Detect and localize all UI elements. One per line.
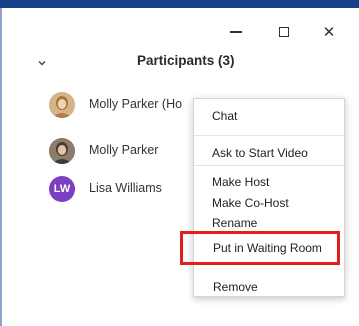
close-icon: ✕: [322, 24, 336, 41]
minimize-button[interactable]: [216, 18, 256, 46]
participant-name: Lisa Williams: [89, 181, 162, 195]
minimize-icon: [230, 31, 242, 33]
participant-name: Molly Parker (Ho: [89, 97, 183, 111]
menu-item-make-host[interactable]: Make Host: [212, 175, 269, 189]
participant-row[interactable]: LW Lisa Williams: [2, 176, 192, 208]
window-top-edge: [0, 0, 359, 8]
menu-divider: [194, 165, 344, 166]
participants-header: Participants (3): [2, 46, 359, 82]
participant-name: Molly Parker: [89, 143, 159, 157]
menu-item-rename[interactable]: Rename: [212, 216, 257, 230]
chevron-down-icon[interactable]: [36, 57, 48, 69]
avatar: [49, 138, 75, 164]
menu-item-chat[interactable]: Chat: [212, 109, 237, 123]
menu-divider: [194, 135, 344, 136]
avatar: LW: [49, 176, 75, 202]
participants-title: Participants (3): [137, 53, 235, 68]
maximize-icon: [279, 27, 289, 37]
window-titlebar: ✕: [2, 8, 359, 46]
maximize-button[interactable]: [264, 18, 304, 46]
menu-item-ask-start-video[interactable]: Ask to Start Video: [212, 146, 308, 160]
participant-row[interactable]: Molly Parker (Ho: [2, 92, 192, 124]
menu-item-make-cohost[interactable]: Make Co-Host: [212, 196, 289, 210]
menu-item-put-in-waiting-room[interactable]: Put in Waiting Room: [213, 241, 322, 255]
close-button[interactable]: ✕: [309, 18, 349, 46]
menu-item-remove[interactable]: Remove: [213, 280, 258, 294]
avatar: [49, 92, 75, 118]
participant-row[interactable]: Molly Parker: [2, 138, 192, 170]
